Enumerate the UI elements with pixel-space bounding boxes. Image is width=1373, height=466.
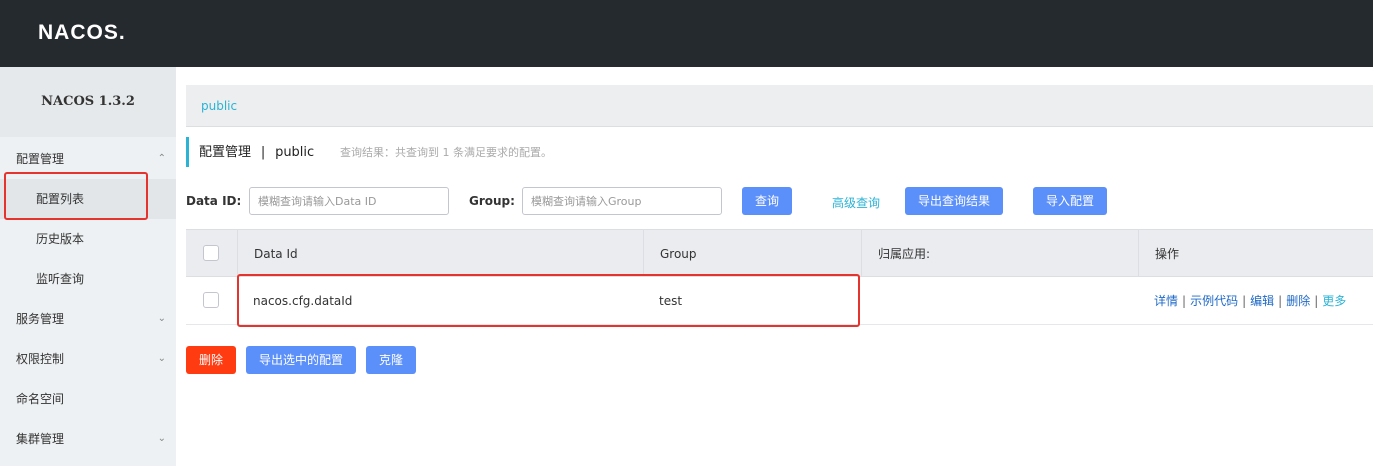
query-button[interactable]: 查询 [742, 187, 792, 215]
advanced-query-link[interactable]: 高级查询 [832, 194, 880, 211]
sidebar-item-config-list[interactable]: 配置列表 [0, 179, 176, 219]
main-content: public 配置管理 | public 查询结果：共查询到 1 条满足要求的配… [176, 67, 1373, 466]
table-row: nacos.cfg.dataId test 详情 | 示例代码 | 编辑 | 删除 | 更多 [186, 277, 1373, 325]
import-config-button[interactable]: 导入配置 [1033, 187, 1107, 215]
row-checkbox[interactable] [203, 292, 219, 308]
sidebar-item-config-management[interactable]: 配置管理 ⌃ [0, 139, 176, 179]
query-summary: 查询结果：共查询到 1 条满足要求的配置。 [340, 146, 553, 159]
column-header-data-id: Data Id [237, 230, 643, 278]
group-input[interactable] [522, 187, 722, 215]
column-header-group: Group [643, 230, 861, 278]
sidebar-item-cluster-management[interactable]: 集群管理 ⌄ [0, 419, 176, 459]
column-header-actions: 操作 [1138, 230, 1373, 278]
column-header-app: 归属应用: [861, 230, 1138, 278]
table-header: Data Id Group 归属应用: 操作 [186, 229, 1373, 278]
namespace-bar: public [186, 85, 1373, 127]
cell-app [861, 277, 1138, 325]
chevron-down-icon: ⌄ [157, 313, 166, 324]
chevron-down-icon: ⌄ [157, 433, 166, 444]
sidebar-item-namespace[interactable]: 命名空间 [0, 379, 176, 419]
export-selected-button[interactable]: 导出选中的配置 [246, 346, 356, 374]
sidebar: NACOS 1.3.2 配置管理 ⌃ 配置列表 历史版本 监听查询 服务管理 ⌄… [0, 67, 176, 466]
delete-selected-button[interactable]: 删除 [186, 346, 236, 374]
cell-group: test [659, 294, 683, 308]
data-id-input[interactable] [249, 187, 449, 215]
sidebar-item-service-management[interactable]: 服务管理 ⌄ [0, 299, 176, 339]
namespace-link-public[interactable]: public [201, 99, 237, 113]
row-actions: 详情 | 示例代码 | 编辑 | 删除 | 更多 [1154, 294, 1347, 308]
page-title: 配置管理 | public 查询结果：共查询到 1 条满足要求的配置。 [186, 137, 552, 167]
group-label: Group: [469, 194, 515, 208]
sidebar-item-history[interactable]: 历史版本 [0, 219, 176, 259]
sidebar-item-listener-query[interactable]: 监听查询 [0, 259, 176, 299]
cell-data-id: nacos.cfg.dataId [253, 294, 353, 308]
clone-button[interactable]: 克隆 [366, 346, 416, 374]
detail-link[interactable]: 详情 [1154, 294, 1178, 308]
chevron-down-icon: ⌄ [157, 353, 166, 364]
delete-link[interactable]: 删除 [1286, 294, 1310, 308]
chevron-up-icon: ⌃ [157, 153, 166, 164]
top-header: NACOS. [0, 0, 1373, 67]
nacos-logo[interactable]: NACOS. [38, 21, 126, 45]
more-link[interactable]: 更多 [1322, 294, 1346, 308]
select-all-checkbox[interactable] [203, 245, 219, 261]
sidebar-item-access-control[interactable]: 权限控制 ⌄ [0, 339, 176, 379]
data-id-label: Data ID: [186, 194, 242, 208]
edit-link[interactable]: 编辑 [1250, 294, 1274, 308]
export-results-button[interactable]: 导出查询结果 [905, 187, 1003, 215]
version-label: NACOS 1.3.2 [0, 67, 176, 137]
search-bar: Data ID: Group: 查询 高级查询 导出查询结果 导入配置 [186, 187, 1373, 215]
sample-code-link[interactable]: 示例代码 [1190, 294, 1238, 308]
